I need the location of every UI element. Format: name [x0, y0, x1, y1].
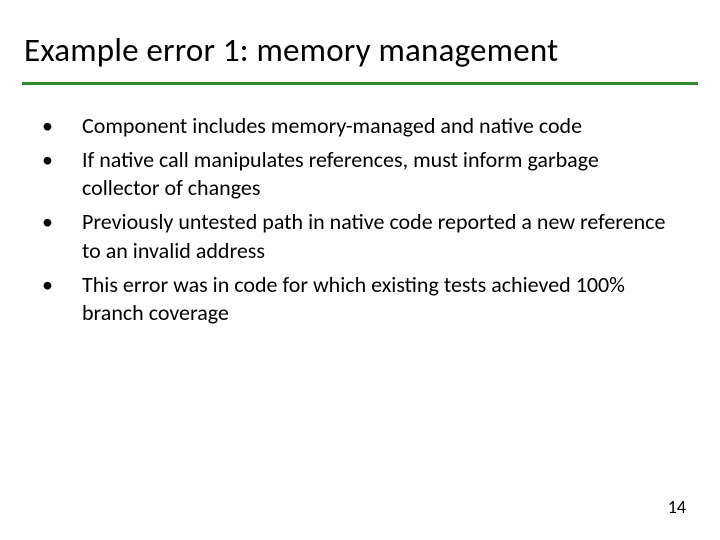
bullet-list: • Component includes memory-managed and … — [38, 112, 674, 327]
slide-body: • Component includes memory-managed and … — [38, 112, 674, 333]
bullet-icon: • — [38, 146, 82, 174]
bullet-text: If native call manipulates references, m… — [82, 146, 674, 202]
list-item: • Previously untested path in native cod… — [38, 208, 674, 264]
bullet-text: This error was in code for which existin… — [82, 271, 674, 327]
bullet-icon: • — [38, 112, 82, 140]
list-item: • Component includes memory-managed and … — [38, 112, 674, 140]
list-item: • If native call manipulates references,… — [38, 146, 674, 202]
slide: Example error 1: memory management • Com… — [0, 0, 720, 540]
bullet-icon: • — [38, 208, 82, 236]
title-rule — [22, 82, 698, 85]
list-item: • This error was in code for which exist… — [38, 271, 674, 327]
bullet-text: Previously untested path in native code … — [82, 208, 674, 264]
bullet-text: Component includes memory-managed and na… — [82, 112, 674, 140]
slide-title: Example error 1: memory management — [24, 32, 696, 68]
bullet-icon: • — [38, 271, 82, 299]
page-number: 14 — [668, 496, 686, 518]
